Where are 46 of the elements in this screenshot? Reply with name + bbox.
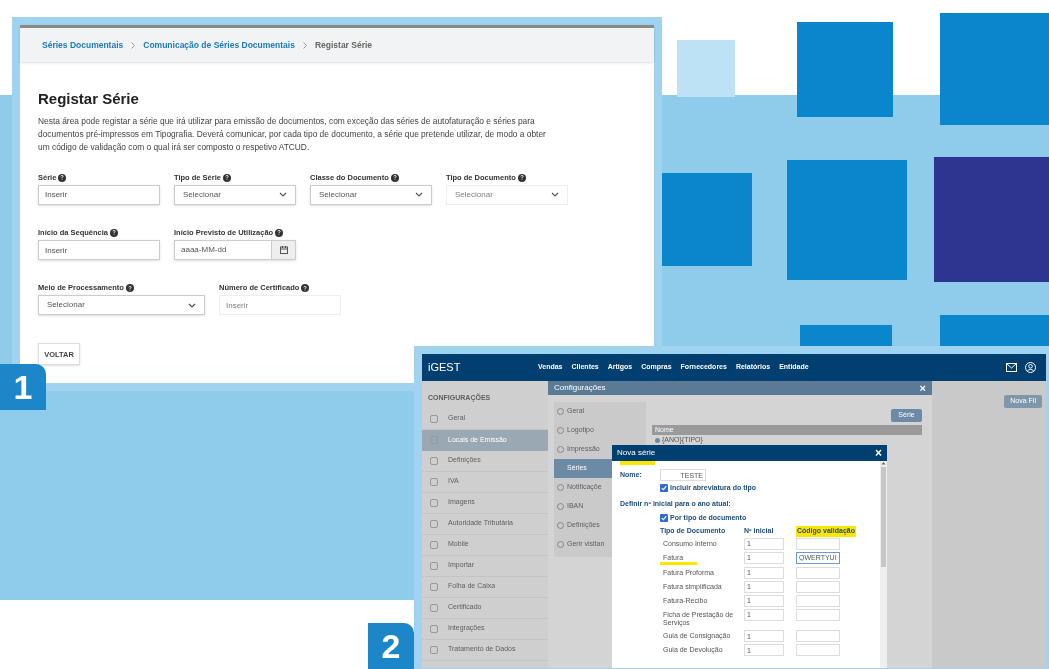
help-icon — [125, 284, 134, 292]
chevron-icon — [188, 302, 196, 308]
highlight-mark — [620, 461, 655, 465]
help-icon — [517, 173, 526, 182]
chevron-icon — [279, 192, 287, 198]
date-input-field[interactable]: aaaa-MM-dd — [174, 240, 296, 260]
help-icon — [110, 228, 119, 237]
select-dropdown[interactable]: Selecionar — [174, 184, 296, 205]
help-icon — [275, 228, 284, 237]
user-icon[interactable] — [1025, 362, 1036, 373]
help-icon — [222, 173, 231, 182]
chevron-right-icon — [302, 41, 307, 49]
help-icon — [390, 173, 399, 182]
breadcrumb-current: Registar Série — [314, 38, 373, 52]
dialog-title: Configurações — [554, 382, 606, 394]
table-input-field[interactable] — [796, 580, 840, 593]
description-text: Nesta área pode registar a série que irá utilizar para emissão de documentos, com exceção das séries de autofaturação e séries para documentos pré-impressos em Tipografia. Deverá comunicar, por cada tipo de documento, a série que pretende utilizar, de modo a obter um código de validação com o qual irá ser composto o respetivo ATCUD. — [38, 114, 547, 154]
help-icon — [58, 173, 67, 182]
text-input-field[interactable]: Inserir — [38, 240, 160, 260]
decorative-square — [677, 40, 735, 97]
breadcrumb-link[interactable]: Séries Documentais — [42, 38, 124, 52]
step-number-badge: 2 — [368, 623, 414, 669]
table-input-field[interactable] — [796, 630, 840, 642]
mail-icon[interactable] — [1006, 363, 1017, 372]
help-icon — [301, 284, 310, 292]
table-input-field[interactable] — [796, 566, 840, 579]
select-dropdown[interactable]: Selecionar — [310, 184, 432, 205]
checkbox[interactable] — [660, 484, 668, 493]
chevron-icon — [415, 192, 423, 198]
table-input-field[interactable] — [796, 537, 840, 550]
table-input-field[interactable] — [796, 594, 840, 607]
close-button[interactable]: × — [919, 382, 926, 394]
checkbox[interactable] — [660, 514, 668, 523]
step-number-badge: 1 — [0, 364, 46, 410]
chevron-icon — [551, 192, 559, 198]
table-input-field[interactable] — [796, 608, 840, 621]
app-logo: iGEST — [428, 360, 462, 376]
select-dropdown[interactable]: Selecionar — [38, 295, 205, 316]
breadcrumb-link[interactable]: Comunicação de Séries Documentais — [143, 38, 295, 52]
chevron-right-icon — [131, 41, 136, 49]
calendar-icon — [279, 246, 288, 254]
text-input-field[interactable]: Inserir — [38, 184, 160, 205]
dialog-title: Nova série — [617, 447, 656, 459]
page-title: Registar Série — [38, 89, 140, 109]
table-input-field[interactable] — [796, 644, 840, 656]
close-button[interactable]: × — [875, 447, 882, 459]
